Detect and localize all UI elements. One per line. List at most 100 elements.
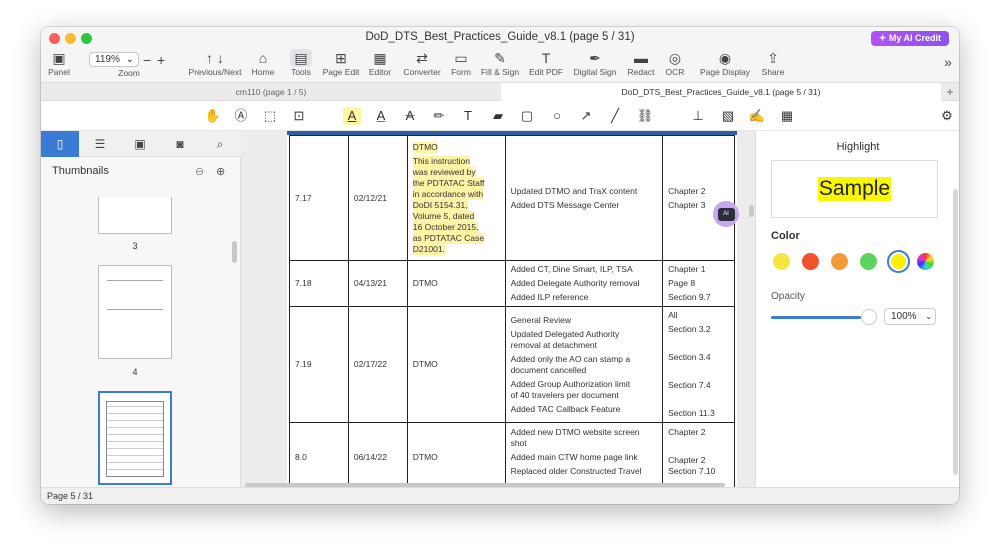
cell-line: the PDTATAC Staff [412,177,485,189]
converter-label: Converter [403,67,441,77]
color-picker-wheel-icon[interactable] [917,253,934,270]
changes-cell: General Review Updated Delegated Authori… [504,306,664,423]
zoom-select[interactable]: 119% ⌄ [89,52,139,67]
changes-cell: Updated DTMO and TraX content Added DTS … [504,135,664,261]
panel-icon: ▣ [52,50,66,66]
document-tabs: cm110 (page 1 / 5) DoD_DTS_Best_Practice… [41,82,959,101]
color-swatch-yellow[interactable] [773,253,790,270]
new-tab-button[interactable]: + [941,83,959,101]
digital-sign-label: Digital Sign [573,67,617,77]
previous-next-button[interactable]: ↑ ↓ Previous/Next [187,49,243,82]
thumbnail-page-3[interactable] [98,197,172,234]
tab-snapshots[interactable]: ◙ [161,131,199,157]
thumbnails-title: Thumbnails [52,165,109,177]
select-text-icon[interactable]: Ⓐ [232,107,250,125]
editor-button[interactable]: ▦ Editor [366,49,394,82]
zoom-out-thumbnails-icon[interactable]: ⊖ [195,165,204,178]
document-vertical-scrollbar[interactable] [749,205,754,217]
stamp-icon[interactable]: ⊥ [689,107,707,125]
ai-assistant-button[interactable]: AI [713,201,739,227]
cell-line: Added TAC Callback Feature [510,403,621,414]
tab-outline[interactable]: ☰ [81,131,119,157]
opacity-select[interactable]: 100% ⌄ [884,308,936,325]
redact-button[interactable]: ▬ Redact [625,49,657,82]
link-icon[interactable]: ⛓ [636,107,654,125]
share-icon: ⇪ [767,50,779,66]
table-icon[interactable]: ▦ [778,107,796,125]
digital-sign-button[interactable]: ✒ Digital Sign [571,49,619,82]
thumbnail-page-4[interactable] [98,265,172,359]
form-button[interactable]: ▭ Form [449,49,473,82]
color-swatch-selected[interactable] [887,250,910,273]
arrow-icon[interactable]: ↗ [577,107,595,125]
color-swatch-orange[interactable] [831,253,848,270]
chevron-down-icon: ⌄ [925,312,932,321]
circle-icon[interactable]: ○ [548,107,566,125]
sidebar-scrollbar[interactable] [232,241,237,263]
strikethrough-icon[interactable]: A [401,107,419,125]
cell-line: Chapter 2 [668,455,706,465]
ocr-area-icon[interactable]: ⊡ [290,107,308,125]
sample-text: Sample [817,177,892,201]
rectangle-icon[interactable]: ▢ [518,107,536,125]
cell-line: document cancelled [510,364,587,375]
annotation-icon: ▣ [134,137,146,151]
panel-button[interactable]: ▣ Panel [45,49,73,82]
cell-line: shot [510,438,527,448]
cell-line: Section 9.7 [668,292,711,302]
ai-credit-button[interactable]: ✦ My AI Credit [870,31,949,46]
fill-sign-label: Fill & Sign [480,67,520,77]
zoom-in-thumbnails-icon[interactable]: ⊕ [216,165,225,178]
tab-search[interactable]: ⌕ [201,131,239,157]
ai-icon: AI [717,207,735,221]
opacity-slider-handle[interactable] [861,309,877,325]
opacity-slider-track[interactable] [771,316,861,319]
ocr-button[interactable]: ◎ OCR [663,49,687,82]
color-swatch-red[interactable] [802,253,819,270]
page-edit-button[interactable]: ⊞ Page Edit [320,49,362,82]
tab-dod-dts-guide[interactable]: DoD_DTS_Best_Practices_Guide_v8.1 (page … [501,83,941,101]
highlight-icon[interactable]: A [343,107,361,125]
cell-line: All [668,310,678,320]
sections-cell: Chapter 1 Page 8 Section 9.7 [662,260,735,307]
app-window: DoD_DTS_Best_Practices_Guide_v8.1 (page … [41,27,959,504]
tab-thumbnails[interactable]: ▯ [41,131,79,157]
page-indicator: Page 5 / 31 [47,491,94,501]
double-chevron-right-icon: » [944,54,952,70]
main-toolbar: ▣ Panel 119% ⌄ − + Zoom ↑ ↓ Previous/Next … [41,49,959,82]
color-label: Color [771,230,800,242]
line-icon[interactable]: ╱ [606,107,624,125]
image-icon[interactable]: ▧ [719,107,737,125]
underline-icon[interactable]: A [372,107,390,125]
text-icon[interactable]: T [459,107,477,125]
zoom-in-button[interactable]: + [157,51,165,84]
panel-scrollbar[interactable] [953,189,958,475]
select-area-icon[interactable]: ⬚ [261,107,279,125]
settings-gear-icon[interactable]: ⚙ [938,107,956,125]
signature-icon[interactable]: ✍ [748,107,766,125]
pencil-icon[interactable]: ✏ [430,107,448,125]
hand-icon[interactable]: ✋ [204,107,222,125]
list-icon: ☰ [94,137,106,151]
window-title: DoD_DTS_Best_Practices_Guide_v8.1 (page … [365,31,635,43]
home-button[interactable]: ⌂ Home [249,49,277,82]
thumbnail-page-5[interactable] [98,391,172,485]
owner-cell: DTMO [406,260,506,307]
edit-pdf-button[interactable]: T Edit PDF [527,49,565,82]
share-button[interactable]: ⇪ Share [759,49,787,82]
camera-icon: ◙ [176,137,184,151]
selected-color-dot [891,254,906,269]
converter-button[interactable]: ⇄ Converter [401,49,443,82]
owner-cell: DTMO [406,422,506,487]
fill-sign-button[interactable]: ✎ Fill & Sign [479,49,521,82]
zoom-value: 119% [95,54,120,65]
comment-icon[interactable]: ▰ [489,107,507,125]
cell-line: Chapter 2 [668,185,706,196]
tab-annotations[interactable]: ▣ [121,131,159,157]
tools-button[interactable]: ▤ Tools [287,49,315,82]
tab-cm110[interactable]: cm110 (page 1 / 5) [41,83,501,101]
page-display-button[interactable]: ◉ Page Display [699,49,751,82]
owner-cell: DTMO [406,306,506,423]
date-cell: 06/14/22 [347,422,408,487]
color-swatch-green[interactable] [860,253,877,270]
